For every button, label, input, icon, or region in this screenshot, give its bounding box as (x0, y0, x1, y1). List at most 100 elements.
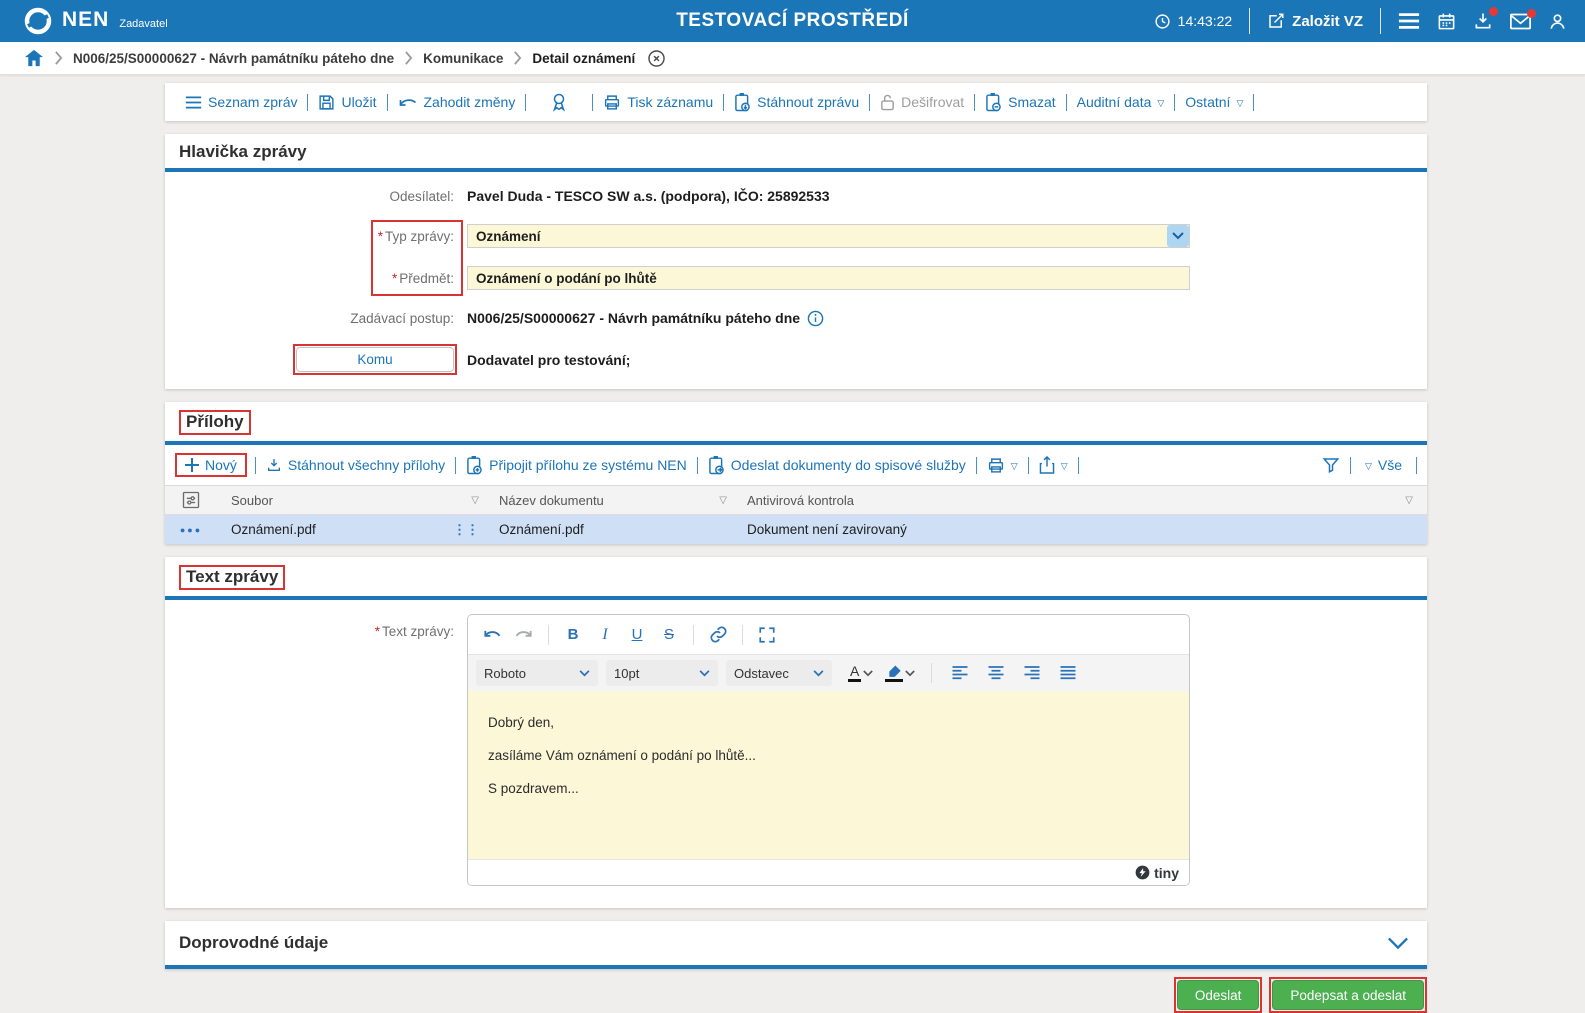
top-header-bar: NEN Zadavatel TESTOVACÍ PROSTŘEDÍ 14:43:… (0, 0, 1585, 42)
divider (1249, 8, 1251, 34)
bold-button[interactable]: B (559, 621, 587, 649)
caret-down-icon[interactable]: ▽ (471, 495, 479, 506)
page-content: Seznam zpráv Uložit Zahodit změny Tisk z… (0, 75, 1585, 1013)
column-settings-icon[interactable] (165, 490, 217, 510)
funnel-icon[interactable] (1322, 456, 1340, 474)
download-message-button[interactable]: Stáhnout zprávu (724, 92, 869, 112)
block-format-select[interactable]: Odstavec (726, 660, 832, 686)
fullscreen-icon[interactable] (753, 621, 781, 649)
text-color-button[interactable]: A (846, 664, 875, 682)
chevron-right-icon (404, 51, 413, 65)
divider (693, 624, 694, 645)
send-to-filing-service-button[interactable]: Odeslat dokumenty do spisové služby (698, 455, 976, 475)
editor-toolbar-row1: B I U S (468, 615, 1189, 654)
print-attachments-button[interactable]: ▽ (977, 457, 1028, 474)
font-size-select[interactable]: 10pt (606, 660, 718, 686)
breadcrumb-item-procedure[interactable]: N006/25/S00000627 - Návrh památníku páte… (73, 51, 394, 66)
export-attachments-button[interactable]: ▽ (1029, 456, 1078, 474)
attach-from-nen-button[interactable]: Připojit přílohu ze systému NEN (456, 455, 697, 475)
annotation-rect-sign-send: Podepsat a odeslat (1269, 977, 1427, 1013)
close-circle-icon[interactable] (647, 49, 666, 68)
subject-label: * Předmět: (391, 270, 454, 286)
column-header-antivirus[interactable]: Antivirová kontrola (747, 493, 854, 508)
column-header-document-name[interactable]: Název dokumentu (499, 493, 604, 508)
italic-button[interactable]: I (591, 621, 619, 649)
accompanying-data-section: Doprovodné údaje (165, 921, 1427, 969)
chevron-down-icon[interactable] (1167, 225, 1189, 247)
align-left-icon[interactable] (946, 659, 974, 687)
breadcrumb: N006/25/S00000627 - Návrh památníku páte… (0, 42, 1585, 75)
record-toolbar: Seznam zpráv Uložit Zahodit změny Tisk z… (165, 83, 1427, 121)
info-icon[interactable] (807, 310, 824, 327)
caret-down-icon: ▽ (1364, 460, 1372, 471)
nen-logo[interactable]: NEN Zadavatel (22, 5, 168, 37)
strikethrough-button[interactable]: S (655, 621, 683, 649)
message-text-section: Text zprávy * Text zprávy: B I U S Robot… (165, 557, 1427, 908)
print-icon (603, 94, 621, 111)
subject-input[interactable]: Oznámení o podání po lhůtě (467, 266, 1190, 290)
link-icon[interactable] (704, 621, 732, 649)
message-text-content[interactable]: Dobrý den, zasíláme Vám oznámení o podán… (468, 691, 1189, 859)
divider (931, 663, 933, 683)
caret-down-icon: ▽ (1060, 460, 1068, 471)
doc-delete-icon (985, 92, 1002, 112)
main-menu-button[interactable] (1398, 12, 1420, 30)
notification-dot (1527, 8, 1536, 18)
download-all-attachments-button[interactable]: Stáhnout všechny přílohy (256, 457, 455, 473)
divider (1077, 456, 1079, 474)
seal-button[interactable] (526, 92, 592, 112)
messages-button[interactable] (1510, 8, 1536, 30)
message-line: Dobrý den, (488, 715, 555, 730)
row-menu-icon[interactable]: ●●● (180, 525, 202, 535)
home-icon[interactable] (24, 49, 44, 67)
divider (1065, 93, 1067, 111)
attachment-row[interactable]: ●●● Oznámení.pdf ⋮⋮ Oznámení.pdf Dokumen… (165, 515, 1427, 544)
audit-data-menu[interactable]: Auditní data ▽ (1067, 94, 1175, 110)
other-menu[interactable]: Ostatní ▽ (1175, 94, 1253, 110)
save-button[interactable]: Uložit (308, 94, 386, 111)
logo-text: NEN (62, 8, 110, 31)
user-icon (1548, 12, 1567, 31)
send-button[interactable]: Odeslat (1176, 980, 1260, 1010)
section-title-message-header: Hlavička zprávy (165, 134, 1427, 172)
logo-subtitle: Zadavatel (119, 18, 168, 30)
caret-down-icon[interactable]: ▽ (1405, 495, 1413, 506)
drag-handle-icon[interactable]: ⋮⋮ (453, 523, 479, 536)
filter-all-button[interactable]: ▽ Vše (1361, 457, 1406, 473)
discard-changes-button[interactable]: Zahodit změny (388, 94, 526, 110)
chevron-right-icon (513, 51, 522, 65)
font-family-select[interactable]: Roboto (476, 660, 598, 686)
underline-button[interactable]: U (623, 621, 651, 649)
align-justify-icon[interactable] (1054, 659, 1082, 687)
undo-icon[interactable] (478, 621, 506, 649)
required-marker: * (391, 270, 398, 286)
downloads-button[interactable] (1473, 7, 1498, 31)
redo-icon[interactable] (510, 621, 538, 649)
divider (525, 93, 527, 111)
section-title-message-text: Text zprávy (165, 557, 1427, 600)
message-list-button[interactable]: Seznam zpráv (175, 94, 307, 110)
message-type-select[interactable]: Oznámení (467, 224, 1190, 248)
delete-button[interactable]: Smazat (975, 92, 1065, 112)
chevron-down-icon[interactable] (1387, 936, 1409, 950)
print-record-button[interactable]: Tisk záznamu (593, 94, 723, 111)
caret-down-icon[interactable]: ▽ (719, 495, 727, 506)
create-vz-button[interactable]: Založit VZ (1267, 12, 1363, 30)
decrypt-button: Dešifrovat (870, 94, 974, 111)
highlight-color-button[interactable] (883, 664, 917, 682)
tiny-logo-icon (1135, 865, 1150, 880)
doc-download-icon (734, 92, 751, 112)
column-header-file[interactable]: Soubor (231, 493, 273, 508)
align-right-icon[interactable] (1018, 659, 1046, 687)
required-marker: * (374, 624, 380, 639)
accompanying-data-header[interactable]: Doprovodné údaje (165, 921, 1427, 969)
user-profile-button[interactable] (1548, 12, 1567, 31)
align-center-icon[interactable] (982, 659, 1010, 687)
recipients-button[interactable]: Komu (296, 347, 454, 372)
download-icon (266, 457, 282, 473)
calendar-button[interactable] (1437, 12, 1456, 31)
sign-and-send-button[interactable]: Podepsat a odeslat (1272, 980, 1424, 1010)
new-attachment-button[interactable]: Nový (181, 457, 241, 473)
divider (1416, 456, 1417, 474)
breadcrumb-item-communication[interactable]: Komunikace (423, 51, 503, 66)
